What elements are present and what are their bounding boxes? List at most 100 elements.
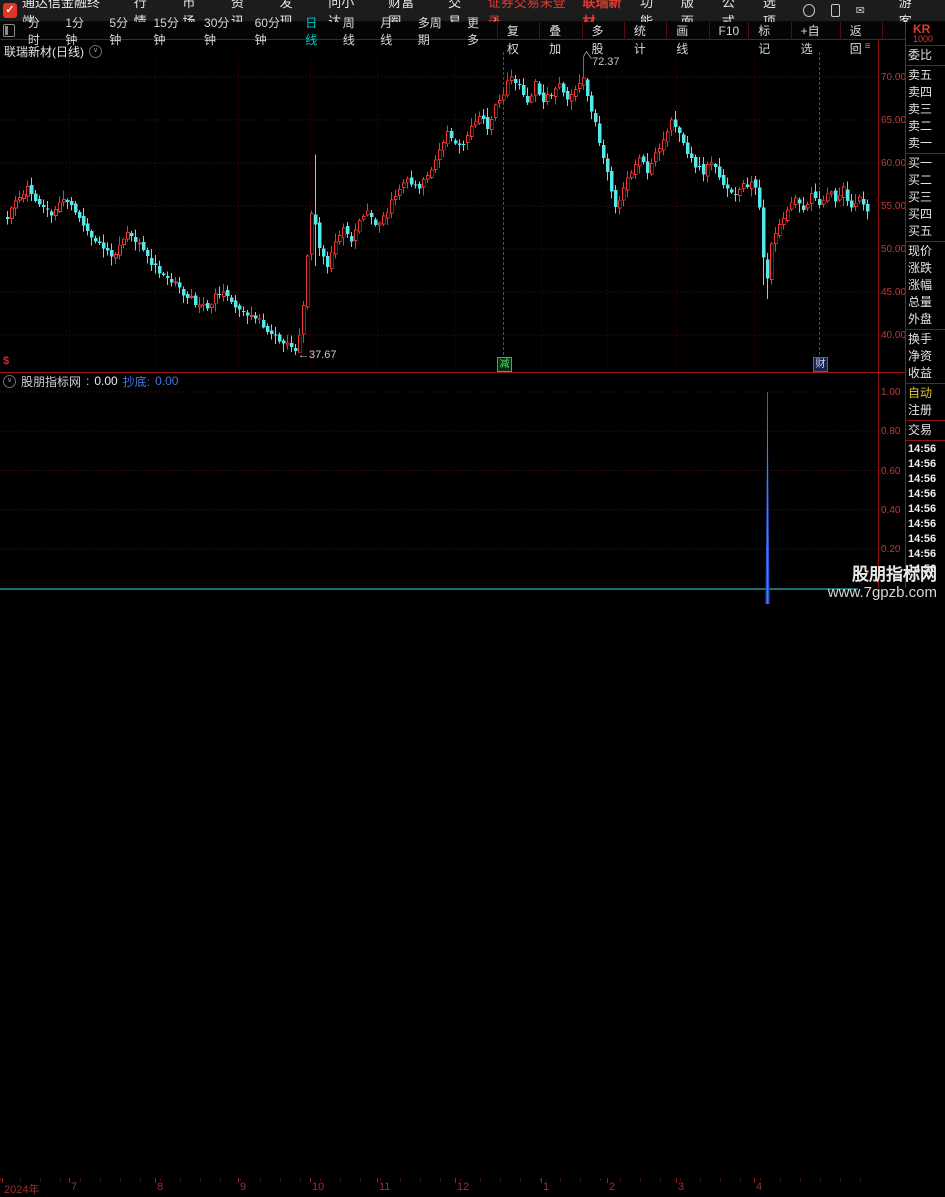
indicator-tick-label: 0.40	[881, 505, 907, 516]
list-icon[interactable]: ≡	[865, 41, 871, 52]
tool-button-5[interactable]: 画线	[666, 22, 708, 40]
mail-icon[interactable]: ✉	[856, 4, 865, 17]
quote-row-交易[interactable]: 交易	[906, 422, 945, 439]
indicator-tick-label: 0.60	[881, 466, 907, 477]
minor-tick	[440, 1178, 441, 1181]
chart-corner-icons: ◇≡	[850, 41, 871, 52]
minor-tick	[220, 1178, 221, 1181]
quote-row-委比: 委比	[906, 47, 945, 64]
quote-separator	[906, 45, 945, 46]
quote-row-净资: 净资	[906, 348, 945, 365]
minor-tick	[800, 1178, 801, 1181]
indicator-tick-label: 0.20	[881, 544, 907, 555]
month-label: 8	[157, 1181, 163, 1193]
indicator-panel-chart[interactable]	[0, 373, 878, 604]
axis-divider	[0, 588, 858, 590]
chart-tools: 复权叠加多股统计画线F10标记+自选返回	[497, 22, 883, 40]
minor-tick	[780, 1178, 781, 1181]
price-tick-label: 70.00	[881, 72, 907, 83]
quote-row-注册[interactable]: 注册	[906, 402, 945, 419]
series2-value: 0.00	[155, 374, 178, 388]
app-logo-icon: ✓	[3, 3, 17, 18]
main-candlestick-chart[interactable]	[0, 40, 878, 372]
tool-button-6[interactable]: F10	[709, 22, 749, 40]
watermark: 股朋指标网 www.7gpzb.com	[828, 565, 937, 602]
quote-row-涨跌: 涨跌	[906, 260, 945, 277]
tick-time: 14:56	[906, 502, 945, 517]
minor-tick	[480, 1178, 481, 1181]
sidebar-toggle-icon[interactable]	[3, 24, 15, 37]
quote-separator	[906, 383, 945, 384]
quote-row-卖四: 卖四	[906, 84, 945, 101]
period-toolbar: 分时1分钟5分钟15分钟30分钟60分钟日线周线月线多周期更多› 复权叠加多股统…	[0, 22, 945, 40]
month-tick	[2, 1178, 3, 1183]
quote-row-买一: 买一	[906, 155, 945, 172]
minor-tick	[560, 1178, 561, 1181]
quote-separator	[906, 65, 945, 66]
tick-time: 14:56	[906, 517, 945, 532]
tool-button-4[interactable]: 统计	[624, 22, 666, 40]
quote-row-卖一: 卖一	[906, 135, 945, 152]
quote-row-买五: 买五	[906, 223, 945, 240]
event-badge-减[interactable]: 减	[497, 357, 512, 372]
tool-button-2[interactable]: 叠加	[539, 22, 581, 40]
minor-tick	[280, 1178, 281, 1181]
month-label: 7	[71, 1181, 77, 1193]
minor-tick	[400, 1178, 401, 1181]
chevron-down-icon[interactable]: ∨	[89, 45, 102, 58]
minor-tick	[720, 1178, 721, 1181]
tick-time: 14:56	[906, 442, 945, 457]
minor-tick	[300, 1178, 301, 1181]
quote-row-总量: 总量	[906, 294, 945, 311]
watermark-title: 股朋指标网	[828, 565, 937, 584]
tool-button-8[interactable]: +自选	[791, 22, 840, 40]
month-label: 12	[457, 1181, 469, 1193]
minor-tick	[580, 1178, 581, 1181]
minor-tick	[500, 1178, 501, 1181]
mobile-icon[interactable]	[831, 4, 840, 17]
minor-tick	[200, 1178, 201, 1181]
indicator-tick-label: 1.00	[881, 387, 907, 398]
service-icon[interactable]	[803, 4, 815, 17]
quote-row-卖三: 卖三	[906, 101, 945, 118]
money-flag-icon[interactable]: $	[3, 355, 9, 367]
tick-time: 14:56	[906, 487, 945, 502]
price-tick-label: 60.00	[881, 158, 907, 169]
tool-button-9[interactable]: 返回	[840, 22, 883, 40]
tool-button-1[interactable]: 复权	[497, 22, 539, 40]
month-label: 9	[240, 1181, 246, 1193]
month-label: 2024年	[4, 1181, 39, 1197]
month-label: 10	[312, 1181, 324, 1193]
month-tick	[455, 1178, 456, 1183]
quote-row-自动[interactable]: 自动	[906, 385, 945, 402]
collapse-icon[interactable]: ∨	[3, 375, 16, 388]
event-badge-财[interactable]: 财	[813, 357, 828, 372]
quote-separator	[906, 153, 945, 154]
quote-panel: KR 1000 委比卖五卖四卖三卖二卖一买一买二买三买四买五现价涨跌涨幅总量外盘…	[905, 22, 945, 588]
minor-tick	[100, 1178, 101, 1181]
indicator-header: ∨ 股朋指标网 : 0.00 抄底: 0.00	[3, 374, 178, 388]
month-label: 11	[379, 1181, 390, 1193]
time-axis: 2024年7891011121234	[0, 588, 945, 609]
quote-row-卖二: 卖二	[906, 118, 945, 135]
minor-tick	[700, 1178, 701, 1181]
tool-button-3[interactable]: 多股	[582, 22, 624, 40]
indicator-name[interactable]: 股朋指标网	[21, 373, 81, 390]
tdx-terminal-window: ✓ 通达信金融终端 行情市场资讯发现问小达财富圈交易 证券交易未登录 联瑞新材 …	[0, 0, 945, 609]
series2-label: 抄底:	[123, 373, 150, 390]
quote-row-收益: 收益	[906, 365, 945, 382]
quote-separator	[906, 241, 945, 242]
quote-row-买四: 买四	[906, 206, 945, 223]
tick-time: 14:56	[906, 457, 945, 472]
tool-button-7[interactable]: 标记	[748, 22, 790, 40]
quote-row-外盘: 外盘	[906, 311, 945, 328]
chart-title-row: 联瑞新材(日线) ∨	[4, 43, 102, 60]
month-tick	[155, 1178, 156, 1183]
tick-time: 14:56	[906, 547, 945, 562]
month-label: 4	[756, 1181, 762, 1193]
diamond-icon[interactable]: ◇	[850, 41, 858, 52]
minor-tick	[860, 1178, 861, 1181]
indicator-tick-label: 0.80	[881, 426, 907, 437]
high-annotation: 72.37	[592, 56, 620, 68]
month-tick	[377, 1178, 378, 1183]
